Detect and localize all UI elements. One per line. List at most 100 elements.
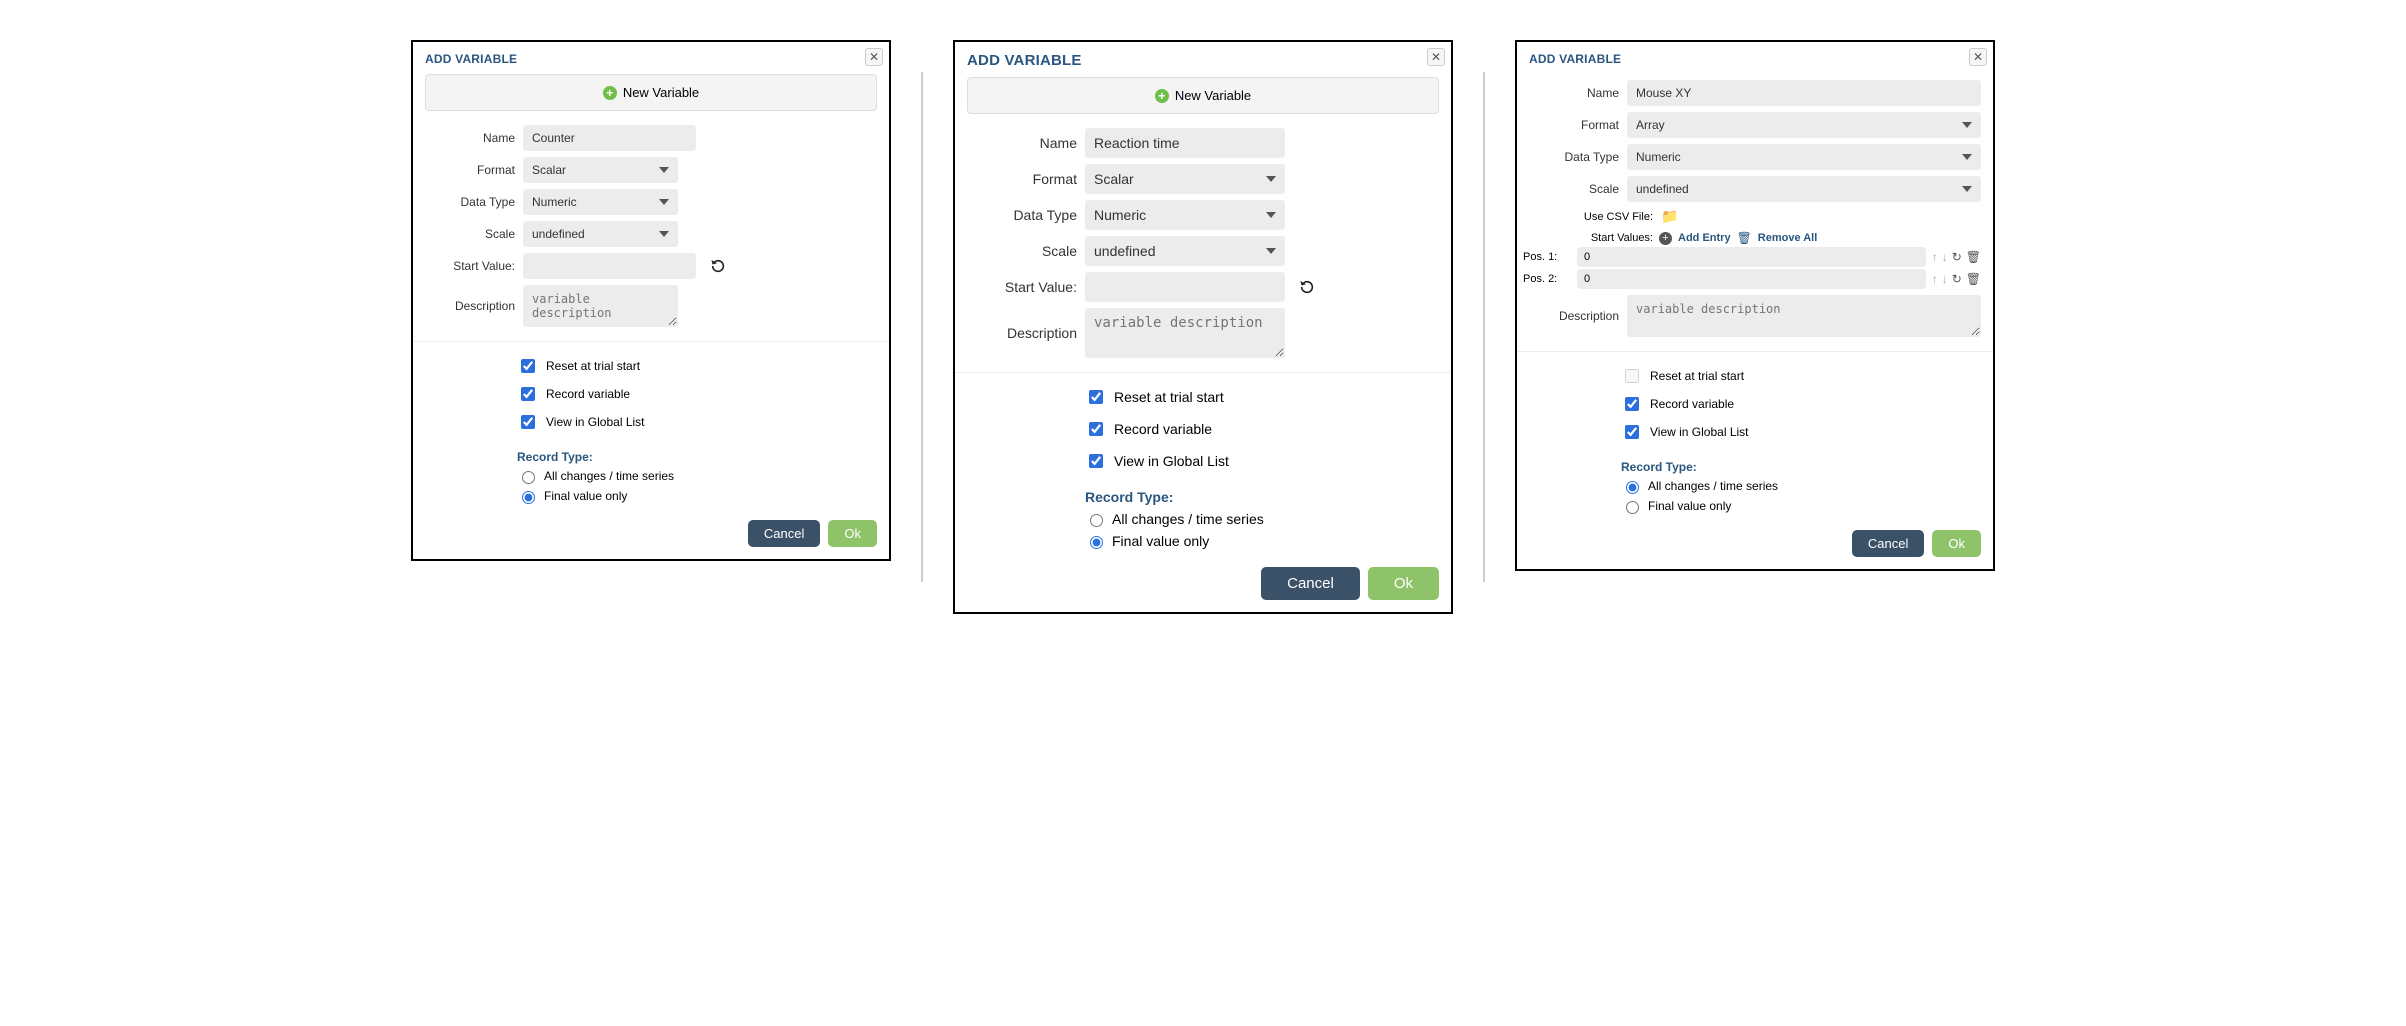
reset-icon[interactable]: ↻ — [1952, 272, 1962, 286]
new-variable-banner[interactable]: + New Variable — [425, 74, 877, 111]
record-checkbox[interactable] — [1625, 397, 1639, 411]
cancel-button[interactable]: Cancel — [748, 520, 820, 547]
startvalue-input[interactable] — [523, 253, 696, 279]
allchanges-label: All changes / time series — [1648, 479, 1778, 493]
name-input[interactable] — [1085, 128, 1285, 158]
dialog-title: ADD VARIABLE — [955, 42, 1451, 77]
addentry-button[interactable]: Add Entry — [1678, 232, 1731, 244]
allchanges-radio[interactable] — [522, 471, 535, 484]
format-select[interactable]: Scalar — [523, 157, 678, 183]
startvalue-label: Start Value: — [967, 279, 1077, 295]
moveup-icon[interactable]: ↑ — [1932, 272, 1938, 286]
description-label: Description — [967, 325, 1077, 341]
dialog-title: ADD VARIABLE — [413, 42, 889, 74]
allchanges-label: All changes / time series — [1112, 511, 1264, 527]
reset-icon[interactable] — [710, 258, 726, 274]
usecsv-label: Use CSV File: — [1573, 211, 1653, 223]
scale-select[interactable]: undefined — [1085, 236, 1285, 266]
format-select[interactable]: Array — [1627, 112, 1981, 138]
datatype-select[interactable]: Numeric — [1627, 144, 1981, 170]
add-variable-dialog-1: ADD VARIABLE ✕ + New Variable Name Forma… — [411, 40, 891, 561]
moveup-icon[interactable]: ↑ — [1932, 250, 1938, 264]
name-input[interactable] — [1627, 80, 1981, 106]
viewglobal-label: View in Global List — [1650, 425, 1749, 439]
viewglobal-checkbox[interactable] — [521, 415, 535, 429]
format-select[interactable]: Scalar — [1085, 164, 1285, 194]
delete-icon[interactable]: 🗑 — [1966, 250, 1981, 264]
record-checkbox[interactable] — [521, 387, 535, 401]
close-button[interactable]: ✕ — [865, 48, 883, 66]
viewglobal-label: View in Global List — [546, 415, 645, 429]
recordtype-heading: Record Type: — [517, 450, 889, 464]
plus-icon: + — [603, 86, 617, 100]
viewglobal-label: View in Global List — [1114, 453, 1229, 469]
new-variable-banner[interactable]: + New Variable — [967, 77, 1439, 114]
name-label: Name — [1529, 86, 1619, 100]
movedown-icon[interactable]: ↓ — [1942, 250, 1948, 264]
name-input[interactable] — [523, 125, 696, 151]
format-label: Format — [967, 171, 1077, 187]
ok-button[interactable]: Ok — [828, 520, 877, 547]
format-label: Format — [425, 163, 515, 177]
ok-button[interactable]: Ok — [1932, 530, 1981, 557]
cancel-button[interactable]: Cancel — [1261, 567, 1360, 600]
startvalues-label: Start Values: — [1573, 232, 1653, 244]
scale-label: Scale — [425, 227, 515, 241]
plus-icon: + — [1155, 89, 1169, 103]
pos-label: Pos. 1: — [1523, 251, 1571, 263]
finalonly-radio[interactable] — [1090, 536, 1103, 549]
addentry-plus-icon: + — [1659, 232, 1672, 245]
format-label: Format — [1529, 118, 1619, 132]
banner-label: New Variable — [623, 85, 699, 100]
pos-label: Pos. 2: — [1523, 273, 1571, 285]
reset-checkbox[interactable] — [521, 359, 535, 373]
description-input[interactable] — [523, 285, 678, 327]
allchanges-radio[interactable] — [1626, 481, 1639, 494]
add-variable-dialog-3: ADD VARIABLE ✕ Name Format Array Data Ty… — [1515, 40, 1995, 571]
removeall-button[interactable]: Remove All — [1758, 232, 1818, 244]
finalonly-radio[interactable] — [1626, 501, 1639, 514]
position-row: Pos. 2: ↑ ↓ ↻ 🗑 — [1523, 269, 1981, 289]
recordtype-heading: Record Type: — [1621, 460, 1993, 474]
record-label: Record variable — [1650, 397, 1734, 411]
viewglobal-checkbox[interactable] — [1089, 454, 1103, 468]
startvalue-input[interactable] — [1085, 272, 1285, 302]
description-label: Description — [425, 299, 515, 313]
finalonly-label: Final value only — [544, 489, 627, 503]
pos-input[interactable] — [1577, 269, 1926, 289]
vertical-separator — [1483, 72, 1485, 582]
allchanges-radio[interactable] — [1090, 514, 1103, 527]
datatype-select[interactable]: Numeric — [523, 189, 678, 215]
dialog-title: ADD VARIABLE — [1517, 42, 1993, 74]
folder-icon[interactable]: 📁 — [1661, 208, 1678, 225]
record-checkbox[interactable] — [1089, 422, 1103, 436]
datatype-label: Data Type — [425, 195, 515, 209]
removeall-trash-icon: 🗑 — [1737, 231, 1752, 245]
name-label: Name — [967, 135, 1077, 151]
scale-label: Scale — [1529, 182, 1619, 196]
delete-icon[interactable]: 🗑 — [1966, 272, 1981, 286]
record-label: Record variable — [546, 387, 630, 401]
reset-label: Reset at trial start — [546, 359, 640, 373]
cancel-button[interactable]: Cancel — [1852, 530, 1924, 557]
scale-select[interactable]: undefined — [523, 221, 678, 247]
close-button[interactable]: ✕ — [1969, 48, 1987, 66]
reset-icon[interactable]: ↻ — [1952, 250, 1962, 264]
vertical-separator — [921, 72, 923, 582]
description-input[interactable] — [1627, 295, 1981, 337]
scale-select[interactable]: undefined — [1627, 176, 1981, 202]
viewglobal-checkbox[interactable] — [1625, 425, 1639, 439]
ok-button[interactable]: Ok — [1368, 567, 1439, 600]
description-label: Description — [1529, 309, 1619, 323]
startvalue-label: Start Value: — [425, 259, 515, 273]
datatype-select[interactable]: Numeric — [1085, 200, 1285, 230]
movedown-icon[interactable]: ↓ — [1942, 272, 1948, 286]
pos-input[interactable] — [1577, 247, 1926, 267]
close-button[interactable]: ✕ — [1427, 48, 1445, 66]
description-input[interactable] — [1085, 308, 1285, 358]
recordtype-heading: Record Type: — [1085, 489, 1451, 505]
reset-checkbox[interactable] — [1089, 390, 1103, 404]
add-variable-dialog-2: ADD VARIABLE ✕ + New Variable Name Forma… — [953, 40, 1453, 614]
finalonly-radio[interactable] — [522, 491, 535, 504]
reset-icon[interactable] — [1299, 279, 1315, 295]
